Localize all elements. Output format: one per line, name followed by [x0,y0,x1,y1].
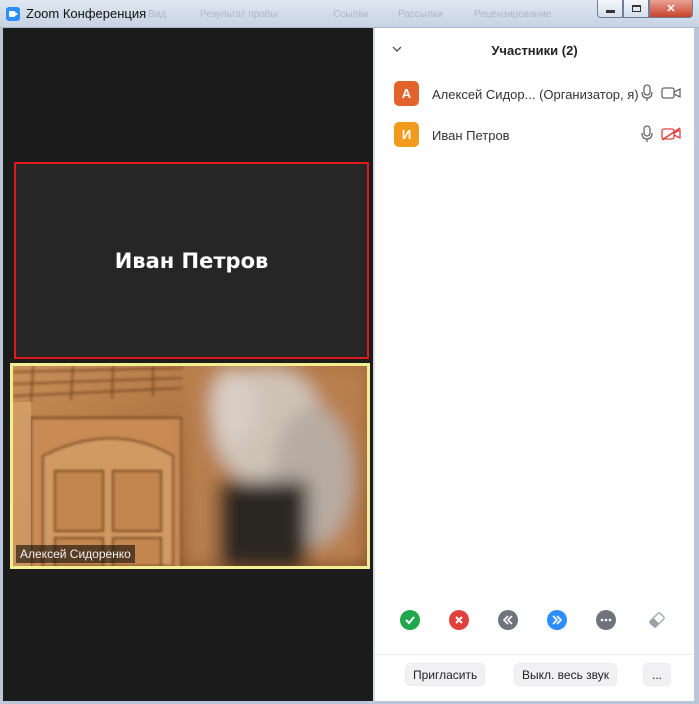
maximize-button[interactable] [623,0,649,18]
clear-all-icon[interactable] [647,610,667,630]
participant-row[interactable]: И Иван Петров [375,115,694,155]
video-on-icon[interactable] [661,86,681,100]
video-off-icon[interactable] [661,127,681,141]
self-video-tile[interactable]: Алексей Сидоренко [10,363,370,569]
mic-icon[interactable] [640,84,654,102]
participant-name-label: Алексей Сидоренко [16,545,135,563]
yes-icon[interactable] [400,610,420,630]
no-icon[interactable] [449,610,469,630]
background-menu-item: Вид [148,9,167,20]
mic-icon[interactable] [640,125,654,143]
background-menu-item: Результат пробы [200,9,278,20]
window-title: Zoom Конференция [26,6,147,21]
minimize-icon [605,10,615,13]
video-gallery: Иван Петров Алексей Сидоренко [3,28,373,701]
faster-icon[interactable] [547,610,567,630]
participants-title: Участники (2) [491,43,578,58]
maximize-icon [631,5,641,12]
participant-name: Алексей Сидор... (Организатор, я) [432,87,639,102]
minimize-button[interactable] [597,0,623,18]
slower-icon[interactable] [498,610,518,630]
window-titlebar[interactable]: Zoom Конференция Вид Результат пробы Ссы… [0,0,699,28]
invite-button[interactable]: Пригласить [405,663,486,686]
speaker-name: Иван Петров [114,248,269,273]
close-icon: ✕ [666,3,676,15]
avatar: И [394,122,419,147]
participants-header: Участники (2) [375,28,694,72]
participants-panel: Участники (2) А Алексей Сидор... (Органи… [374,28,694,701]
avatar: А [394,81,419,106]
background-menu-item: Рассылки [398,9,443,20]
background-menu-item: Рецензирование [474,9,552,20]
window-border-right [694,28,699,704]
nonverbal-feedback-bar [375,608,694,634]
more-reactions-icon[interactable] [596,610,616,630]
speaker-video-tile[interactable]: Иван Петров [14,162,369,359]
participant-row[interactable]: А Алексей Сидор... (Организатор, я) [375,74,694,114]
close-button[interactable]: ✕ [649,0,693,18]
camera-feed-image [13,366,367,566]
more-options-button[interactable]: ... [643,663,672,686]
background-menu-item: Ссылки [333,9,369,20]
participants-footer: Пригласить Выкл. весь звук ... [375,654,694,701]
participant-name: Иван Петров [432,128,510,143]
zoom-app-icon [6,7,20,21]
mute-all-button[interactable]: Выкл. весь звук [514,663,618,686]
